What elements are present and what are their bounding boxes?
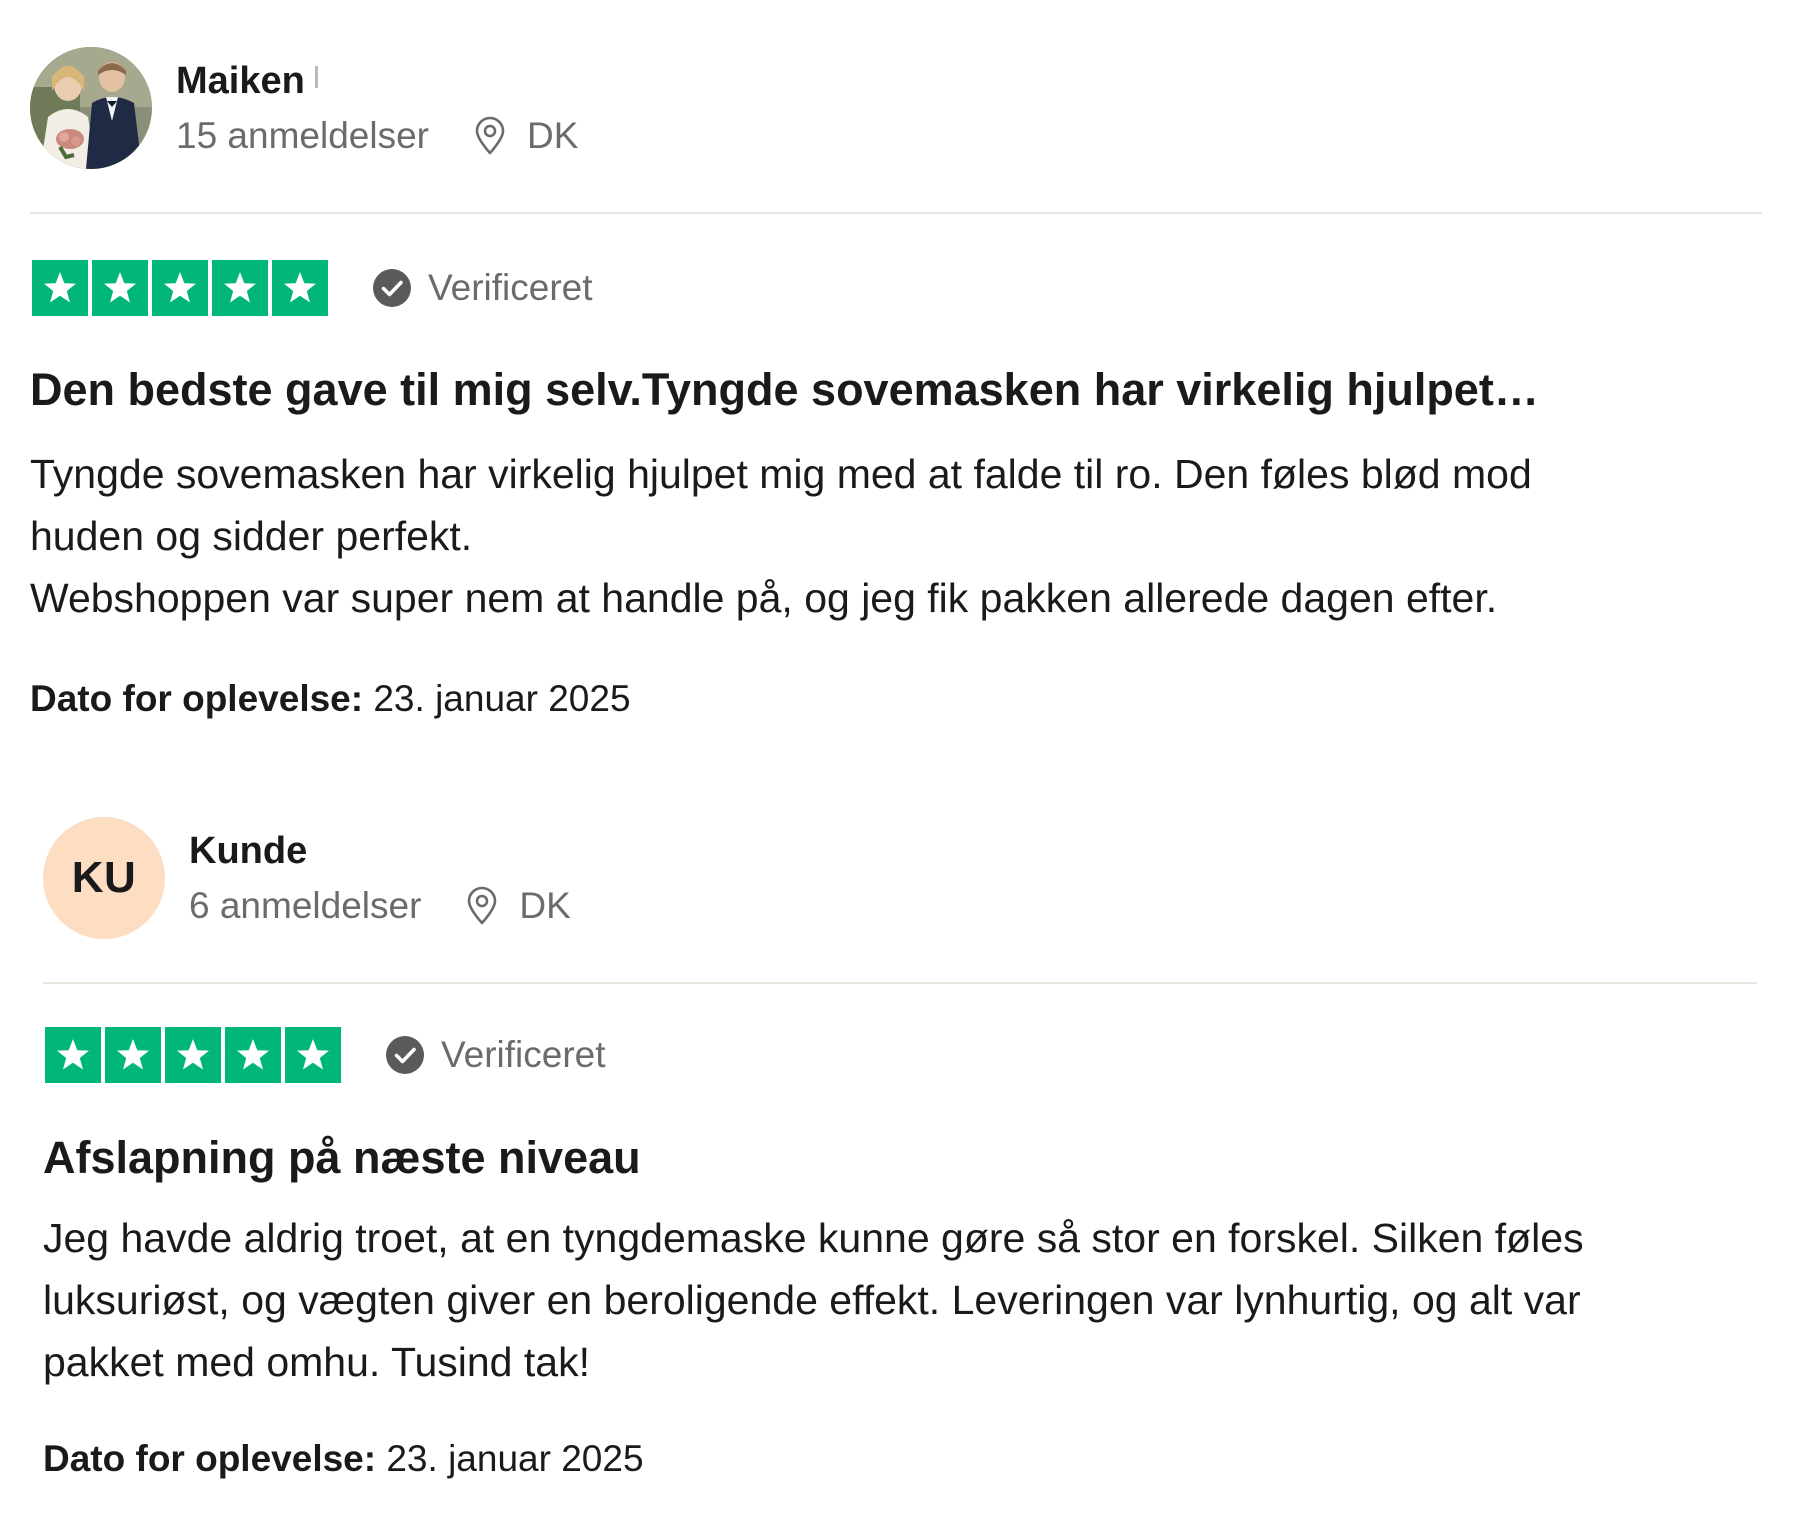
review-body-line: huden og sidder perfekt. (30, 513, 473, 559)
reviewer-meta: 6 anmeldelser DK (189, 885, 571, 927)
star-icon (165, 1027, 221, 1083)
verified-badge[interactable]: Verificeret (385, 1034, 606, 1076)
review-count: 6 anmeldelser (189, 885, 422, 926)
star-icon (225, 1027, 281, 1083)
reviewer-name-text[interactable]: Kunde (189, 829, 307, 873)
name-truncation-mark (314, 66, 318, 88)
reviewer-name-text[interactable]: Maiken (176, 59, 305, 103)
reviewer-meta: 15 anmeldelser DK (176, 115, 578, 157)
experience-date: Dato for oplevelse: 23. januar 2025 (43, 1437, 644, 1481)
country-code: DK (526, 115, 579, 156)
verified-check-icon (372, 268, 412, 308)
star-rating (32, 260, 328, 316)
star-icon (272, 260, 328, 316)
verified-check-icon (385, 1035, 425, 1075)
review-body: Jeg havde aldrig troet, at en tyngdemask… (43, 1207, 1763, 1393)
experience-date-value: 23. januar 2025 (386, 1438, 644, 1479)
rating-row: Verificeret (45, 1027, 606, 1083)
reviewer-name[interactable]: Maiken (176, 59, 578, 103)
review-body-line: pakket med omhu. Tusind tak! (43, 1339, 590, 1385)
reviewer-location: DK (473, 115, 578, 157)
verified-label: Verificeret (441, 1034, 606, 1075)
review-body-line: Tyngde sovemasken har virkelig hjulpet m… (30, 451, 1532, 497)
star-icon (45, 1027, 101, 1083)
map-pin-icon (465, 886, 499, 926)
reviewer-header[interactable]: Maiken 15 anmeldelser DK (30, 47, 578, 169)
review-body: Tyngde sovemasken har virkelig hjulpet m… (30, 443, 1750, 629)
star-icon (32, 260, 88, 316)
star-icon (92, 260, 148, 316)
star-icon (105, 1027, 161, 1083)
experience-date: Dato for oplevelse: 23. januar 2025 (30, 677, 631, 721)
reviewer-name[interactable]: Kunde (189, 829, 571, 873)
review-body-line: Jeg havde aldrig troet, at en tyngdemask… (43, 1215, 1584, 1261)
star-icon (285, 1027, 341, 1083)
experience-date-value: 23. januar 2025 (373, 678, 631, 719)
country-code: DK (519, 885, 571, 926)
star-icon (212, 260, 268, 316)
rating-row: Verificeret (32, 260, 593, 316)
verified-badge[interactable]: Verificeret (372, 267, 593, 309)
divider (30, 212, 1762, 214)
review-body-line: luksuriøst, og vægten giver en beroligen… (43, 1277, 1581, 1323)
experience-date-label: Dato for oplevelse: (30, 678, 364, 719)
avatar-photo-image (30, 47, 152, 169)
review-title[interactable]: Afslapning på næste niveau (43, 1130, 641, 1186)
review-count: 15 anmeldelser (176, 115, 429, 156)
experience-date-label: Dato for oplevelse: (43, 1438, 377, 1479)
star-icon (152, 260, 208, 316)
map-pin-icon (473, 116, 507, 156)
star-rating (45, 1027, 341, 1083)
review-title[interactable]: Den bedste gave til mig selv.Tyngde sove… (30, 362, 1539, 418)
reviewer-header[interactable]: KU Kunde 6 anmeldelser DK (43, 817, 571, 939)
reviewer-location: DK (465, 885, 571, 927)
avatar[interactable] (30, 47, 152, 169)
verified-label: Verificeret (428, 267, 593, 308)
review-body-line: Webshoppen var super nem at handle på, o… (30, 575, 1498, 621)
avatar[interactable]: KU (43, 817, 165, 939)
divider (43, 982, 1757, 984)
